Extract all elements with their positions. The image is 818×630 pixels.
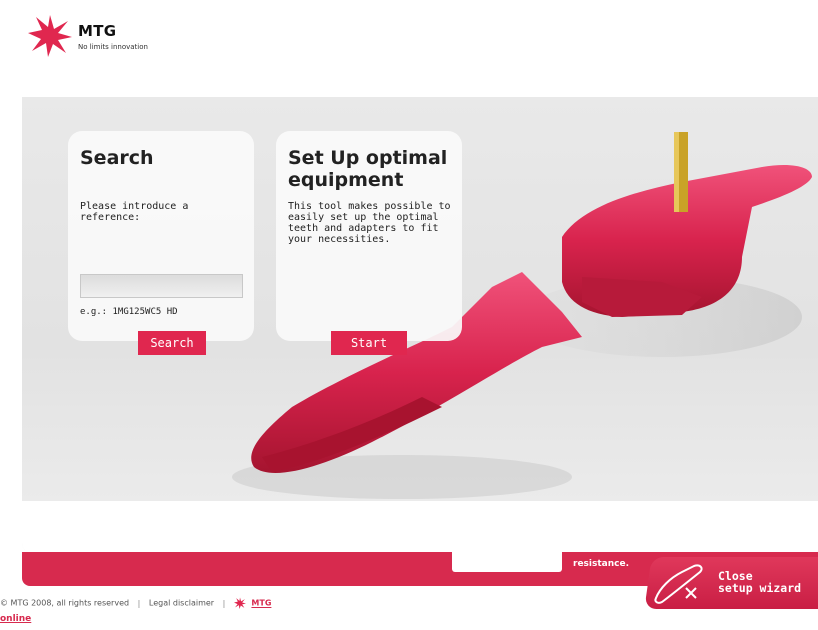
setup-title: Set Up optimal equipment	[288, 147, 448, 191]
mtg-logo[interactable]: MTG No limits innovation	[28, 13, 208, 63]
footer-tagline-fragment: resistance.	[573, 559, 629, 569]
brand-name: MTG	[78, 22, 117, 40]
brand-tagline: No limits innovation	[78, 43, 148, 51]
search-title: Search	[80, 147, 154, 169]
setup-card: Set Up optimal equipment This tool makes…	[276, 131, 462, 355]
footer-tab	[452, 552, 562, 572]
close-label-line2: setup wizard	[718, 581, 802, 595]
legal-disclaimer-link[interactable]: Legal disclaimer	[149, 599, 214, 608]
separator: |	[222, 598, 226, 608]
reference-example: e.g.: 1MG125WC5 HD	[80, 307, 178, 317]
search-card: Search Please introduce a reference: e.g…	[68, 131, 254, 355]
copyright-text: © MTG 2008, all rights reserved	[0, 598, 130, 608]
mtg-star-icon	[28, 15, 72, 57]
close-wizard-label[interactable]: Close setup wizard	[718, 570, 818, 594]
online-link[interactable]: online	[0, 614, 31, 624]
search-prompt: Please introduce a reference:	[80, 201, 189, 223]
start-button[interactable]: Start	[331, 331, 407, 355]
reference-input[interactable]	[80, 274, 243, 298]
separator: |	[137, 598, 141, 608]
mtg-star-icon	[233, 597, 246, 609]
tooth-icon	[654, 564, 703, 604]
main-stage: Search Please introduce a reference: e.g…	[22, 97, 818, 553]
copyright-line: © MTG 2008, all rights reserved | Legal …	[0, 597, 271, 609]
setup-description: This tool makes possible to easily set u…	[288, 201, 451, 245]
mtg-link[interactable]: MTG	[251, 599, 271, 608]
search-button[interactable]: Search	[138, 331, 206, 355]
